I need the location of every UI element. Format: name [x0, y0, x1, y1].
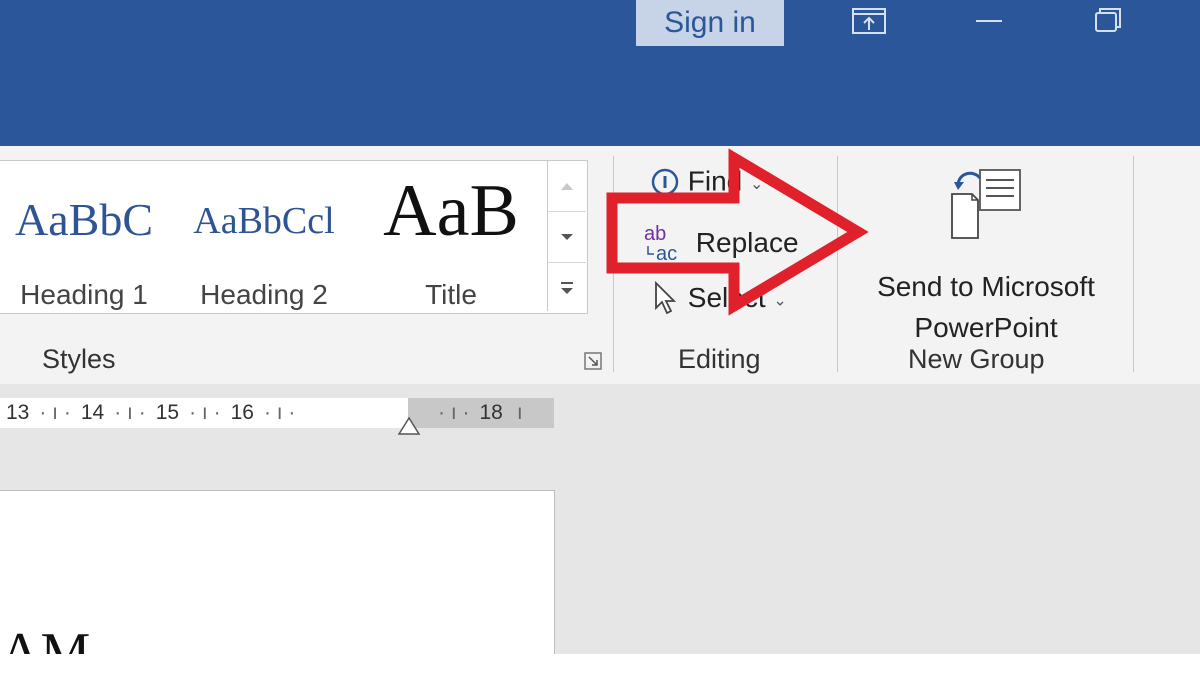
style-name: Heading 2	[200, 279, 328, 310]
find-button[interactable]: Find ⌄	[650, 164, 763, 198]
group-separator	[837, 156, 838, 372]
style-preview: AaBbC	[15, 194, 153, 245]
ruler-mark: 15	[155, 401, 180, 424]
ruler-mark: 16	[230, 401, 254, 424]
restore-icon	[1095, 8, 1121, 32]
ruler-ticks: · ı ·	[189, 401, 221, 424]
restore-button[interactable]	[1072, 0, 1142, 46]
find-label: Find	[687, 165, 743, 197]
style-preview: AaB	[383, 170, 519, 252]
style-heading-2[interactable]: AaBbCcl Heading 2	[179, 161, 349, 311]
document-page[interactable]: AM	[0, 490, 555, 655]
group-separator	[613, 156, 614, 372]
ruler-margin-area: · ı · 18 ı	[408, 398, 554, 428]
select-label: Select	[687, 282, 766, 313]
ruler-ticks: ı	[516, 401, 523, 424]
select-button[interactable]: Select ⌄	[652, 280, 787, 316]
ribbon-display-options-button[interactable]	[834, 0, 904, 46]
replace-label: Replace	[695, 227, 799, 258]
ribbon-display-icon	[852, 8, 886, 34]
gallery-scroll-up[interactable]	[548, 161, 586, 212]
styles-dialog-launcher[interactable]	[584, 352, 602, 375]
styles-group-label: Styles	[42, 344, 116, 374]
new-group-label: New Group	[908, 344, 1045, 374]
ruler-ticks: · ı ·	[114, 401, 146, 424]
send-to-powerpoint-label-line2: PowerPoint	[914, 312, 1058, 343]
gallery-scroll	[547, 161, 586, 311]
style-name: Heading 1	[20, 279, 148, 310]
chevron-up-icon	[561, 183, 573, 190]
send-to-powerpoint-label-line1: Send to Microsoft	[877, 271, 1095, 302]
find-icon	[651, 168, 679, 195]
gallery-scroll-down[interactable]	[548, 212, 586, 263]
page-text-clip: AM	[0, 621, 120, 655]
right-indent-marker[interactable]	[396, 414, 422, 436]
document-area: 13 · ı · 14 · ı · 15 · ı · 16 · ı · · ı …	[0, 384, 1200, 655]
style-preview: AaBbCcl	[193, 200, 335, 242]
dialog-launcher-icon	[584, 352, 602, 370]
ruler-ticks: · ı ·	[263, 401, 296, 424]
bottom-strip	[0, 654, 1200, 675]
minimize-icon	[976, 20, 1002, 22]
ruler-mark: 14	[80, 401, 105, 424]
group-separator	[1133, 156, 1134, 372]
chevron-down-icon: ⌄	[750, 176, 764, 193]
ruler-mark: 18	[479, 401, 503, 424]
chevron-down-icon: ⌄	[773, 292, 787, 310]
replace-button[interactable]: ab ac Replace	[642, 222, 799, 265]
style-title[interactable]: AaB Title	[363, 161, 539, 311]
gallery-more-button[interactable]	[548, 263, 586, 313]
horizontal-ruler[interactable]: 13 · ı · 14 · ı · 15 · ı · 16 · ı ·	[0, 398, 408, 428]
send-to-powerpoint-icon	[951, 169, 1021, 239]
title-bar: Sign in	[0, 0, 1200, 146]
ruler-ticks: · ı ·	[39, 401, 71, 424]
replace-icon: ab ac	[644, 223, 677, 265]
editing-group-label: Editing	[678, 344, 761, 374]
styles-gallery: AaBbC Heading 1 AaBbCcl Heading 2 AaB Ti…	[0, 160, 588, 314]
svg-text:ab: ab	[644, 223, 666, 245]
minimize-button[interactable]	[954, 0, 1024, 46]
style-name: Title	[425, 279, 477, 310]
sign-in-button[interactable]: Sign in	[636, 0, 784, 46]
chevron-down-icon	[561, 234, 573, 240]
ruler-ticks: · ı ·	[438, 401, 470, 424]
svg-text:ac: ac	[656, 243, 677, 264]
ribbon: AaBbC Heading 1 AaBbCcl Heading 2 AaB Ti…	[0, 146, 1200, 385]
page-text: AM	[0, 622, 91, 655]
send-to-powerpoint-button[interactable]: Send to Microsoft PowerPoint	[846, 160, 1126, 343]
ruler-mark: 13	[6, 401, 30, 424]
cursor-arrow-icon	[655, 280, 677, 315]
style-heading-1[interactable]: AaBbC Heading 1	[0, 161, 169, 311]
more-icon	[561, 282, 573, 294]
